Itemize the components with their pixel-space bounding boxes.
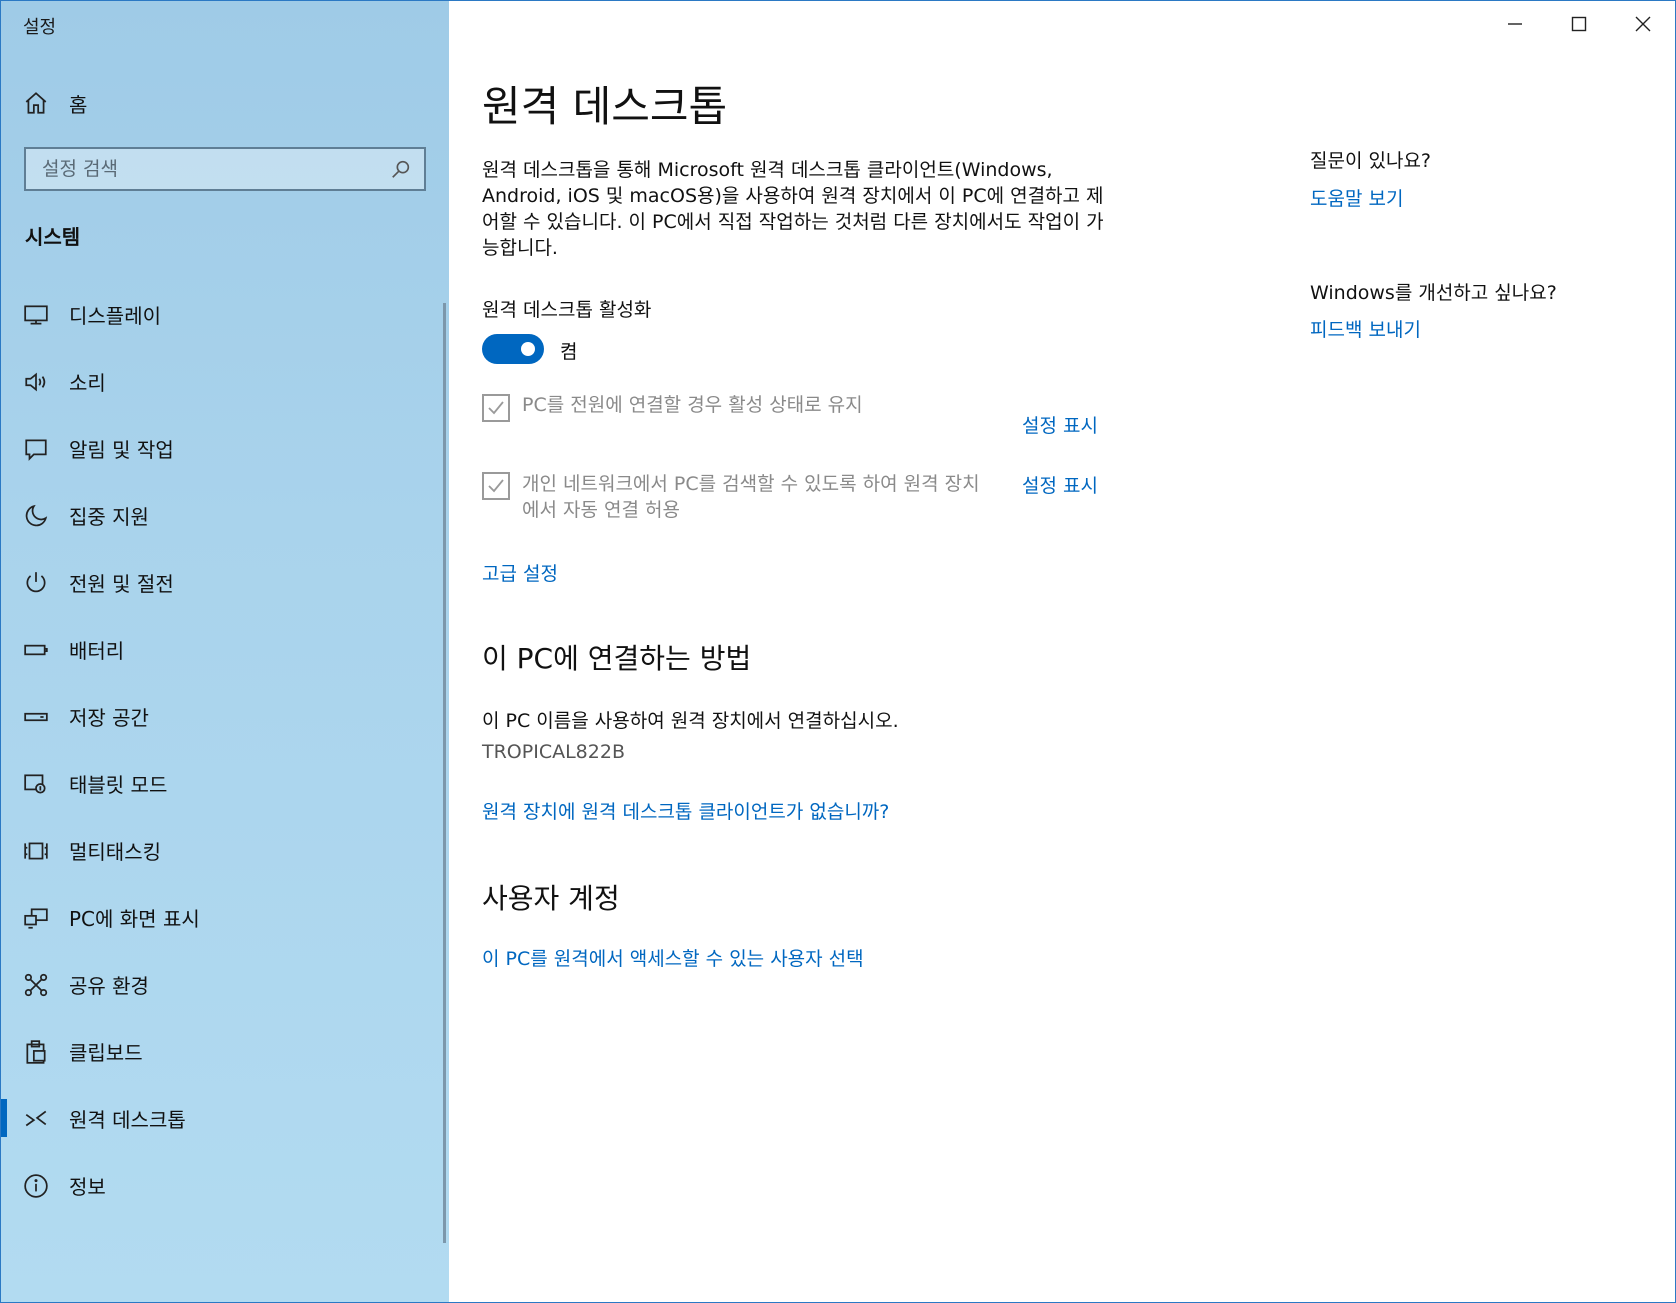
- search-icon[interactable]: [390, 158, 412, 180]
- checkmark-icon: [488, 479, 504, 493]
- minimize-button[interactable]: [1483, 1, 1547, 47]
- sidebar-item-storage[interactable]: 저장 공간: [1, 683, 441, 750]
- notification-icon: [25, 438, 47, 461]
- multitasking-icon: [24, 842, 48, 859]
- checkmark-icon: [488, 401, 504, 415]
- clipboard-icon: [26, 1039, 46, 1064]
- sidebar-item-project[interactable]: PC에 화면 표시: [1, 884, 441, 951]
- sidebar-item-shared[interactable]: 공유 환경: [1, 951, 441, 1018]
- keep-awake-label: PC를 전원에 연결할 경우 활성 상태로 유지: [522, 394, 863, 416]
- question-text: 질문이 있나요?: [1310, 150, 1432, 172]
- sidebar-item-label: 알림 및 작업: [69, 438, 174, 462]
- sidebar-item-label: 정보: [69, 1175, 106, 1199]
- sidebar-item-label: 공유 환경: [69, 974, 149, 998]
- sidebar-item-power[interactable]: 전원 및 절전: [1, 549, 441, 616]
- sidebar-item-remote-desktop[interactable]: 원격 데스크톱: [1, 1085, 441, 1152]
- enable-label: 원격 데스크톱 활성화: [482, 299, 652, 321]
- advanced-settings-link[interactable]: 고급 설정: [482, 559, 558, 586]
- maximize-button[interactable]: [1547, 1, 1611, 47]
- sidebar-item-focus-assist[interactable]: 집중 지원: [1, 482, 441, 549]
- search-input[interactable]: [26, 148, 390, 190]
- improve-text: Windows를 개선하고 싶나요?: [1310, 282, 1557, 304]
- sidebar-scrollbar[interactable]: [443, 303, 446, 1243]
- page-description: 원격 데스크톱을 통해 Microsoft 원격 데스크톱 클라이언트(Wind…: [482, 159, 1104, 259]
- sidebar-item-tablet-mode[interactable]: 태블릿 모드: [1, 750, 441, 817]
- sidebar-item-label: 멀티태스킹: [69, 840, 161, 864]
- home-button[interactable]: 홈: [23, 87, 87, 119]
- settings-window: 설정 홈 시스템 디스플레이 소리 알림 및: [0, 0, 1676, 1303]
- toggle-knob: [521, 342, 535, 356]
- sidebar-item-label: 소리: [69, 371, 106, 395]
- show-settings-link-2[interactable]: 설정 표시: [1022, 471, 1098, 498]
- close-button[interactable]: [1611, 1, 1675, 47]
- sidebar: 설정 홈 시스템 디스플레이 소리 알림 및: [1, 1, 449, 1302]
- toggle-state-label: 켬: [560, 341, 578, 363]
- feedback-link[interactable]: 피드백 보내기: [1310, 315, 1421, 342]
- sidebar-item-multitasking[interactable]: 멀티태스킹: [1, 817, 441, 884]
- connect-heading: 이 PC에 연결하는 방법: [482, 642, 752, 675]
- storage-icon: [24, 712, 48, 721]
- search-box[interactable]: [24, 147, 426, 191]
- remote-desktop-icon: [25, 1110, 47, 1126]
- sidebar-item-display[interactable]: 디스플레이: [1, 281, 441, 348]
- sidebar-item-label: 클립보드: [69, 1041, 143, 1065]
- accounts-heading: 사용자 계정: [482, 882, 620, 915]
- sidebar-item-label: PC에 화면 표시: [69, 907, 200, 931]
- discoverable-checkbox[interactable]: [482, 472, 510, 500]
- minimize-icon: [1508, 23, 1522, 25]
- connect-text: 이 PC 이름을 사용하여 원격 장치에서 연결하십시오.: [482, 710, 899, 732]
- speaker-icon: [25, 372, 46, 391]
- show-settings-link-1[interactable]: 설정 표시: [1022, 411, 1098, 438]
- discoverable-label: 개인 네트워크에서 PC를 검색할 수 있도록 하여 원격 장치에서 자동 연결…: [522, 473, 980, 521]
- sidebar-item-clipboard[interactable]: 클립보드: [1, 1018, 441, 1085]
- close-icon: [1635, 16, 1651, 32]
- tablet-icon: [24, 773, 46, 794]
- sidebar-item-label: 태블릿 모드: [69, 773, 168, 797]
- display-icon: [24, 304, 48, 325]
- moon-icon: [25, 504, 48, 526]
- sidebar-item-label: 원격 데스크톱: [69, 1108, 186, 1132]
- shared-icon: [24, 973, 48, 996]
- project-icon: [24, 907, 48, 929]
- sidebar-item-battery[interactable]: 배터리: [1, 616, 441, 683]
- sidebar-item-notifications[interactable]: 알림 및 작업: [1, 415, 441, 482]
- help-link[interactable]: 도움말 보기: [1310, 184, 1403, 211]
- maximize-icon: [1571, 16, 1587, 32]
- no-client-link[interactable]: 원격 장치에 원격 데스크톱 클라이언트가 없습니까?: [482, 797, 889, 824]
- power-icon: [26, 571, 46, 592]
- app-title: 설정: [23, 17, 57, 38]
- sidebar-item-label: 디스플레이: [69, 304, 161, 328]
- keep-awake-checkbox[interactable]: [482, 394, 510, 422]
- page-title: 원격 데스크톱: [482, 82, 728, 131]
- battery-icon: [24, 644, 48, 655]
- sidebar-item-label: 전원 및 절전: [69, 572, 174, 596]
- pc-name: TROPICAL822B: [482, 741, 625, 763]
- section-title: 시스템: [25, 225, 81, 249]
- caption-buttons: [1483, 1, 1675, 47]
- sidebar-item-label: 저장 공간: [69, 706, 149, 730]
- sidebar-nav: 디스플레이 소리 알림 및 작업 집중 지원 전원 및 절전 배터리 저장 공간…: [1, 281, 441, 1219]
- sidebar-item-about[interactable]: 정보: [1, 1152, 441, 1219]
- sidebar-item-label: 배터리: [69, 639, 125, 663]
- select-users-link[interactable]: 이 PC를 원격에서 액세스할 수 있는 사용자 선택: [482, 944, 864, 971]
- sidebar-item-label: 집중 지원: [69, 505, 149, 529]
- info-icon: [24, 1173, 48, 1198]
- home-icon: [25, 92, 47, 114]
- home-label: 홈: [69, 92, 88, 117]
- sidebar-item-sound[interactable]: 소리: [1, 348, 441, 415]
- remote-desktop-toggle[interactable]: [482, 334, 544, 364]
